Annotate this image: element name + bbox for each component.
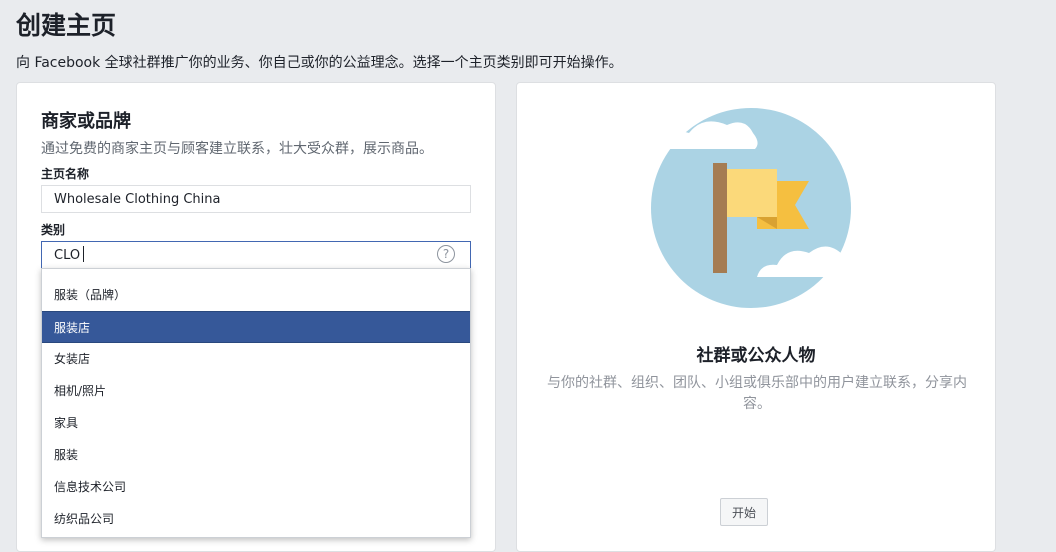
help-icon[interactable]: ? xyxy=(437,245,455,263)
category-option[interactable]: 服装 xyxy=(42,439,470,471)
cloud-top-left xyxy=(641,121,758,149)
category-label: 类别 xyxy=(41,223,66,237)
flag-front xyxy=(727,169,777,217)
start-button[interactable]: 开始 xyxy=(720,498,768,526)
community-card: 社群或公众人物 与你的社群、组织、团队、小组或俱乐部中的用户建立联系，分享内容。… xyxy=(516,82,996,552)
category-option[interactable]: 信息技术公司 xyxy=(42,471,470,503)
page-title: 创建主页 xyxy=(16,11,117,40)
category-suggestions-dropdown: 服装（品牌） 服装店 女装店 相机/照片 家具 服装 信息技术公司 纺织品公司 xyxy=(41,268,471,538)
category-option[interactable]: 女装店 xyxy=(42,343,470,375)
category-input[interactable] xyxy=(41,241,471,269)
category-option[interactable]: 相机/照片 xyxy=(42,375,470,407)
text-caret xyxy=(83,246,84,262)
business-description: 通过免费的商家主页与顾客建立联系，壮大受众群，展示商品。 xyxy=(41,141,433,157)
business-title: 商家或品牌 xyxy=(41,111,131,132)
community-description: 与你的社群、组织、团队、小组或俱乐部中的用户建立联系，分享内容。 xyxy=(547,375,967,412)
page-subtitle: 向 Facebook 全球社群推广你的业务、你自己或你的公益理念。选择一个主页类… xyxy=(16,55,623,71)
category-option[interactable]: 服装店 xyxy=(42,311,470,343)
page-name-input[interactable] xyxy=(41,185,471,213)
page-name-label: 主页名称 xyxy=(41,167,90,181)
flag-illustration xyxy=(641,108,861,308)
community-title: 社群或公众人物 xyxy=(696,346,816,366)
flag-pole xyxy=(713,163,727,273)
category-option[interactable]: 纺织品公司 xyxy=(42,503,470,535)
category-option[interactable]: 家具 xyxy=(42,407,470,439)
category-option[interactable]: 服装（品牌） xyxy=(42,279,470,311)
